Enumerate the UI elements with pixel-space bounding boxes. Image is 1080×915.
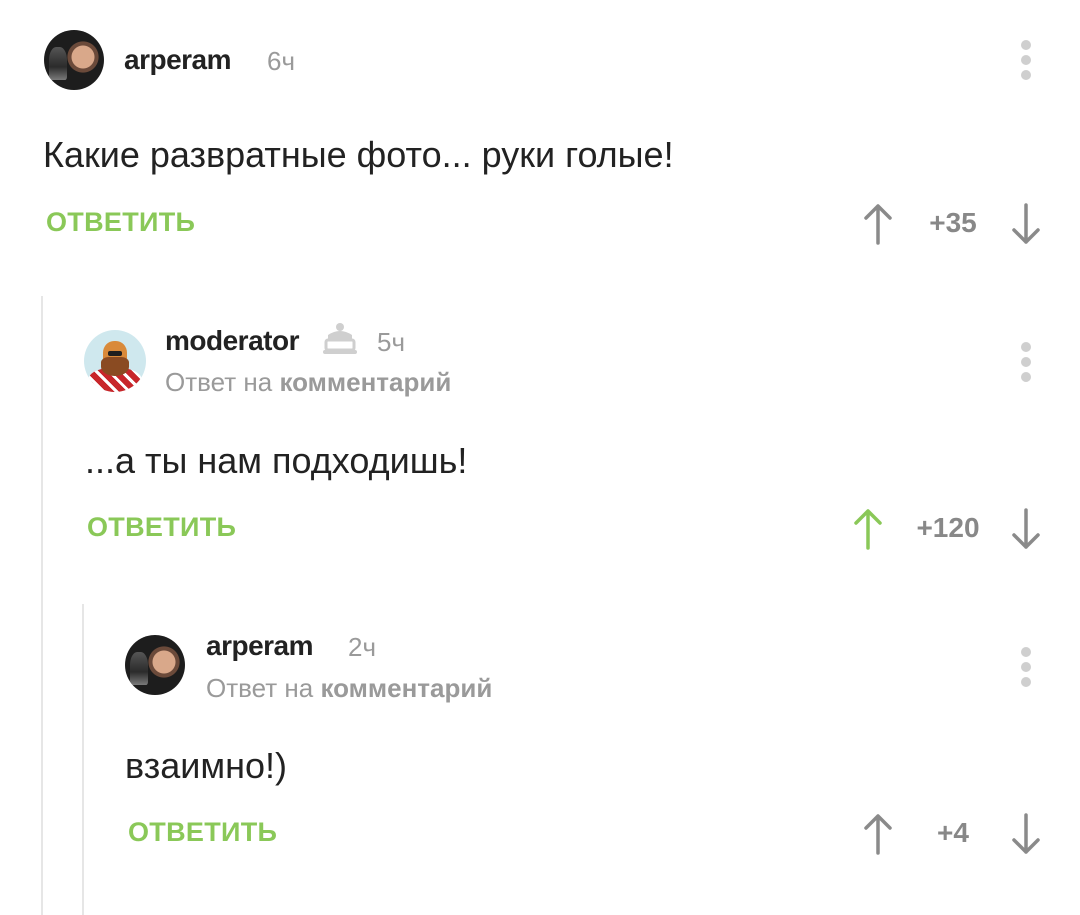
username[interactable]: arperam <box>206 630 314 662</box>
arrow-up-icon[interactable] <box>862 203 894 245</box>
reply-to-prefix: Ответ на <box>165 367 273 397</box>
rating-value: +120 <box>916 512 980 543</box>
arrow-down-icon[interactable] <box>1010 203 1042 245</box>
more-vertical-icon[interactable] <box>1016 342 1036 382</box>
comment-time: 5ч <box>377 327 406 357</box>
thread-line-level-2 <box>82 604 84 915</box>
arrow-down-icon[interactable] <box>1010 508 1042 550</box>
comment-text: взаимно!) <box>125 745 287 786</box>
rating-value: +4 <box>937 817 969 848</box>
arrow-up-icon[interactable] <box>862 813 894 855</box>
rating-value: +35 <box>929 207 977 238</box>
reply-to-link[interactable]: комментарий <box>320 673 492 703</box>
avatar[interactable] <box>84 330 146 392</box>
more-vertical-icon[interactable] <box>1016 40 1036 80</box>
reply-button[interactable]: ОТВЕТИТЬ <box>128 817 277 848</box>
comment-time: 2ч <box>348 632 377 662</box>
more-vertical-icon[interactable] <box>1016 647 1036 687</box>
moderator-cake-icon <box>320 321 360 362</box>
avatar[interactable] <box>125 635 185 695</box>
comment-time: 6ч <box>267 46 296 76</box>
avatar[interactable] <box>44 30 104 90</box>
reply-button[interactable]: ОТВЕТИТЬ <box>46 207 195 238</box>
reply-to-prefix: Ответ на <box>206 673 314 703</box>
arrow-down-icon[interactable] <box>1010 813 1042 855</box>
reply-to-line: Ответ на комментарий <box>165 367 451 398</box>
reply-to-line: Ответ на комментарий <box>206 673 492 704</box>
comment-text: ...а ты нам подходишь! <box>85 440 468 481</box>
comment-text: Какие развратные фото... руки голые! <box>43 134 674 175</box>
username[interactable]: arperam <box>124 44 232 76</box>
thread-line-level-1 <box>41 296 43 915</box>
reply-to-link[interactable]: комментарий <box>279 367 451 397</box>
arrow-up-icon[interactable] <box>852 508 884 550</box>
username[interactable]: moderator <box>165 325 299 357</box>
reply-button[interactable]: ОТВЕТИТЬ <box>87 512 236 543</box>
